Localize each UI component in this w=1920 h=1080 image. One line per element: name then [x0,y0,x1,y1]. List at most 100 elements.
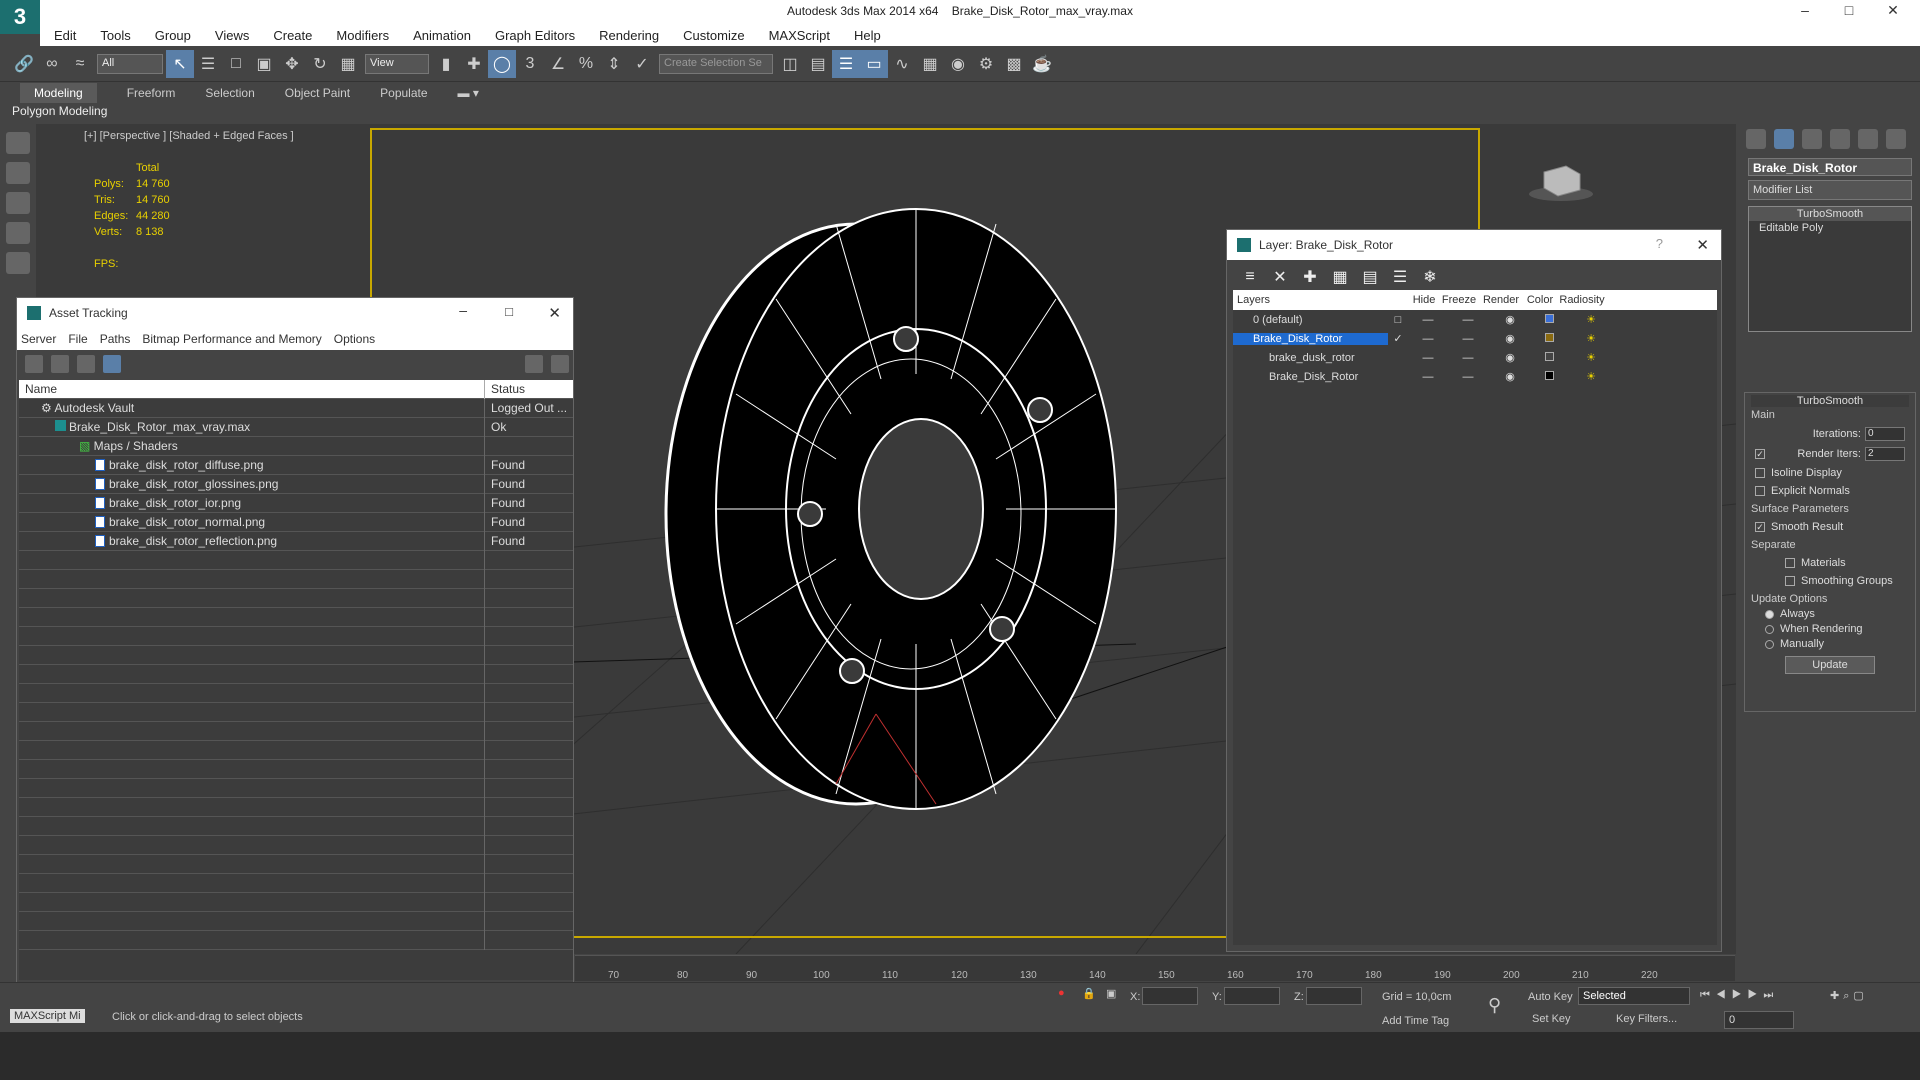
layer-object-row[interactable]: Brake_Disk_Rotor — — ◉ ☀ [1233,367,1717,386]
delete-layer-icon[interactable]: ✕ [1271,267,1289,287]
x-coordinate-field[interactable] [1142,987,1198,1005]
hide-toggle[interactable]: — [1408,352,1448,364]
named-selection-input[interactable]: Create Selection Se [659,53,773,74]
help-icon[interactable] [525,355,543,373]
maximize-icon[interactable]: □ [1834,2,1864,22]
menu-customize[interactable]: Customize [683,28,744,43]
maxscript-listener[interactable]: MAXScript Mi [10,1009,85,1023]
current-layer-box[interactable]: □ [1388,314,1408,326]
z-coordinate-field[interactable] [1306,987,1362,1005]
menu-modifiers[interactable]: Modifiers [336,28,389,43]
radiosity-icon[interactable]: ☀ [1566,332,1616,345]
isoline-checkbox[interactable]: Isoline Display [1755,467,1905,479]
edit-named-sel-icon[interactable]: ✓ [628,50,656,78]
hide-toggle[interactable]: — [1408,371,1448,383]
rollout-title[interactable]: TurboSmooth [1751,395,1909,407]
add-layer-icon[interactable]: ✚ [1301,267,1319,287]
freeze-all-icon[interactable]: ❄ [1421,267,1439,287]
tab-selection[interactable]: Selection [205,86,254,100]
select-by-name-icon[interactable]: ☰ [194,50,222,78]
column-name[interactable]: Name [19,379,485,399]
always-radio[interactable]: Always [1765,608,1895,620]
close-icon[interactable]: ✕ [1696,236,1709,254]
motion-tab-icon[interactable] [1830,129,1850,149]
hide-toggle[interactable]: — [1408,314,1448,326]
freeze-toggle[interactable]: — [1448,333,1488,345]
table-row[interactable]: brake_disk_rotor_ior.png Found [19,493,573,513]
y-coordinate-field[interactable] [1224,987,1280,1005]
render-setup-icon[interactable]: ⚙ [972,50,1000,78]
menu-maxscript[interactable]: MAXScript [769,28,830,43]
spinner-snap-icon[interactable]: ⇕ [600,50,628,78]
layer-row-selected[interactable]: Brake_Disk_Rotor ✓ — — ◉ ☀ [1233,329,1717,348]
layer-row[interactable]: 0 (default) □ — — ◉ ☀ [1233,310,1717,329]
menu-bitmap-performance[interactable]: Bitmap Performance and Memory [142,332,321,346]
table-row[interactable]: Brake_Disk_Rotor_max_vray.max Ok [19,417,573,437]
snap-3d-icon[interactable]: 3 [516,50,544,78]
minimize-icon[interactable]: – [1790,2,1820,22]
menu-views[interactable]: Views [215,28,249,43]
freeze-toggle[interactable]: — [1448,371,1488,383]
menu-create[interactable]: Create [273,28,312,43]
render-toggle-icon[interactable]: ◉ [1488,313,1532,326]
key-filters-button[interactable]: Key Filters... [1616,1013,1677,1025]
column-status[interactable]: Status [485,382,525,396]
column-render[interactable]: Render [1479,294,1523,306]
tab-object-paint[interactable]: Object Paint [285,86,350,100]
align-icon[interactable]: ▤ [804,50,832,78]
rotate-icon[interactable]: ↻ [306,50,334,78]
layer-color-swatch[interactable] [1544,313,1554,323]
menu-paths[interactable]: Paths [100,332,131,346]
table-row[interactable]: ▧ Maps / Shaders [19,436,573,456]
current-layer-check-icon[interactable]: ✓ [1388,332,1408,345]
minimize-icon[interactable]: – [459,302,467,318]
auto-key-button[interactable]: Auto Key [1528,991,1573,1003]
freeze-toggle[interactable]: — [1448,352,1488,364]
bind-spacewarp-icon[interactable]: ≈ [66,50,94,78]
radiosity-icon[interactable]: ☀ [1566,370,1616,383]
table-view-icon[interactable] [103,355,121,373]
close-icon[interactable]: ✕ [1878,2,1908,22]
viewport-label[interactable]: [+] [Perspective ] [Shaded + Edged Faces… [84,130,294,142]
column-radiosity[interactable]: Radiosity [1557,294,1607,306]
freeze-toggle[interactable]: — [1448,314,1488,326]
add-time-tag[interactable]: Add Time Tag [1382,1015,1449,1027]
table-row[interactable]: brake_disk_rotor_normal.png Found [19,512,573,532]
column-hide[interactable]: Hide [1409,294,1439,306]
iterations-spinner[interactable]: Iterations: 0 [1755,427,1905,441]
ribbon-options-icon[interactable]: ▬ ▾ [458,86,479,100]
layer-manager-icon[interactable]: ☰ [832,49,860,78]
manually-radio[interactable]: Manually [1765,638,1895,650]
window-crossing-icon[interactable]: ▣ [250,50,278,78]
utilities-tab-icon[interactable] [1886,129,1906,149]
when-rendering-radio[interactable]: When Rendering [1765,623,1895,635]
modify-tab-icon[interactable] [1774,129,1794,149]
column-freeze[interactable]: Freeze [1439,294,1479,306]
lock-icon[interactable]: 🔒 [1082,987,1096,1000]
angle-snap-icon[interactable]: ∠ [544,50,572,78]
menu-graph-editors[interactable]: Graph Editors [495,28,575,43]
menu-options[interactable]: Options [334,332,375,346]
menu-edit[interactable]: Edit [54,28,76,43]
menu-rendering[interactable]: Rendering [599,28,659,43]
viewport-tool-icon[interactable] [6,162,30,184]
playback-controls[interactable]: ⏮◀▶▶⏭ [1700,989,1779,1002]
menu-file[interactable]: File [68,332,87,346]
timeline-ruler[interactable]: 70 80 90 100 110 120 130 140 150 160 170… [575,955,1735,981]
list-view-icon[interactable] [51,355,69,373]
menu-server[interactable]: Server [21,332,56,346]
create-tab-icon[interactable] [1746,129,1766,149]
isolate-icon[interactable]: ● [1058,987,1065,999]
set-key-button[interactable]: Set Key [1532,1013,1571,1025]
object-name-field[interactable]: Brake_Disk_Rotor [1748,158,1912,176]
viewcube-icon[interactable] [1526,162,1596,202]
viewport-tool-icon[interactable] [6,192,30,214]
layer-color-swatch[interactable] [1544,332,1554,342]
polygon-modeling-panel[interactable]: Polygon Modeling [12,104,107,118]
link-icon[interactable]: 🔗 [10,50,38,78]
stack-item-editable-poly[interactable]: Editable Poly [1749,221,1911,235]
menu-tools[interactable]: Tools [100,28,130,43]
maximize-icon[interactable]: □ [505,304,513,319]
close-icon[interactable]: ✕ [548,304,561,322]
help-icon[interactable]: ? [1656,236,1663,251]
